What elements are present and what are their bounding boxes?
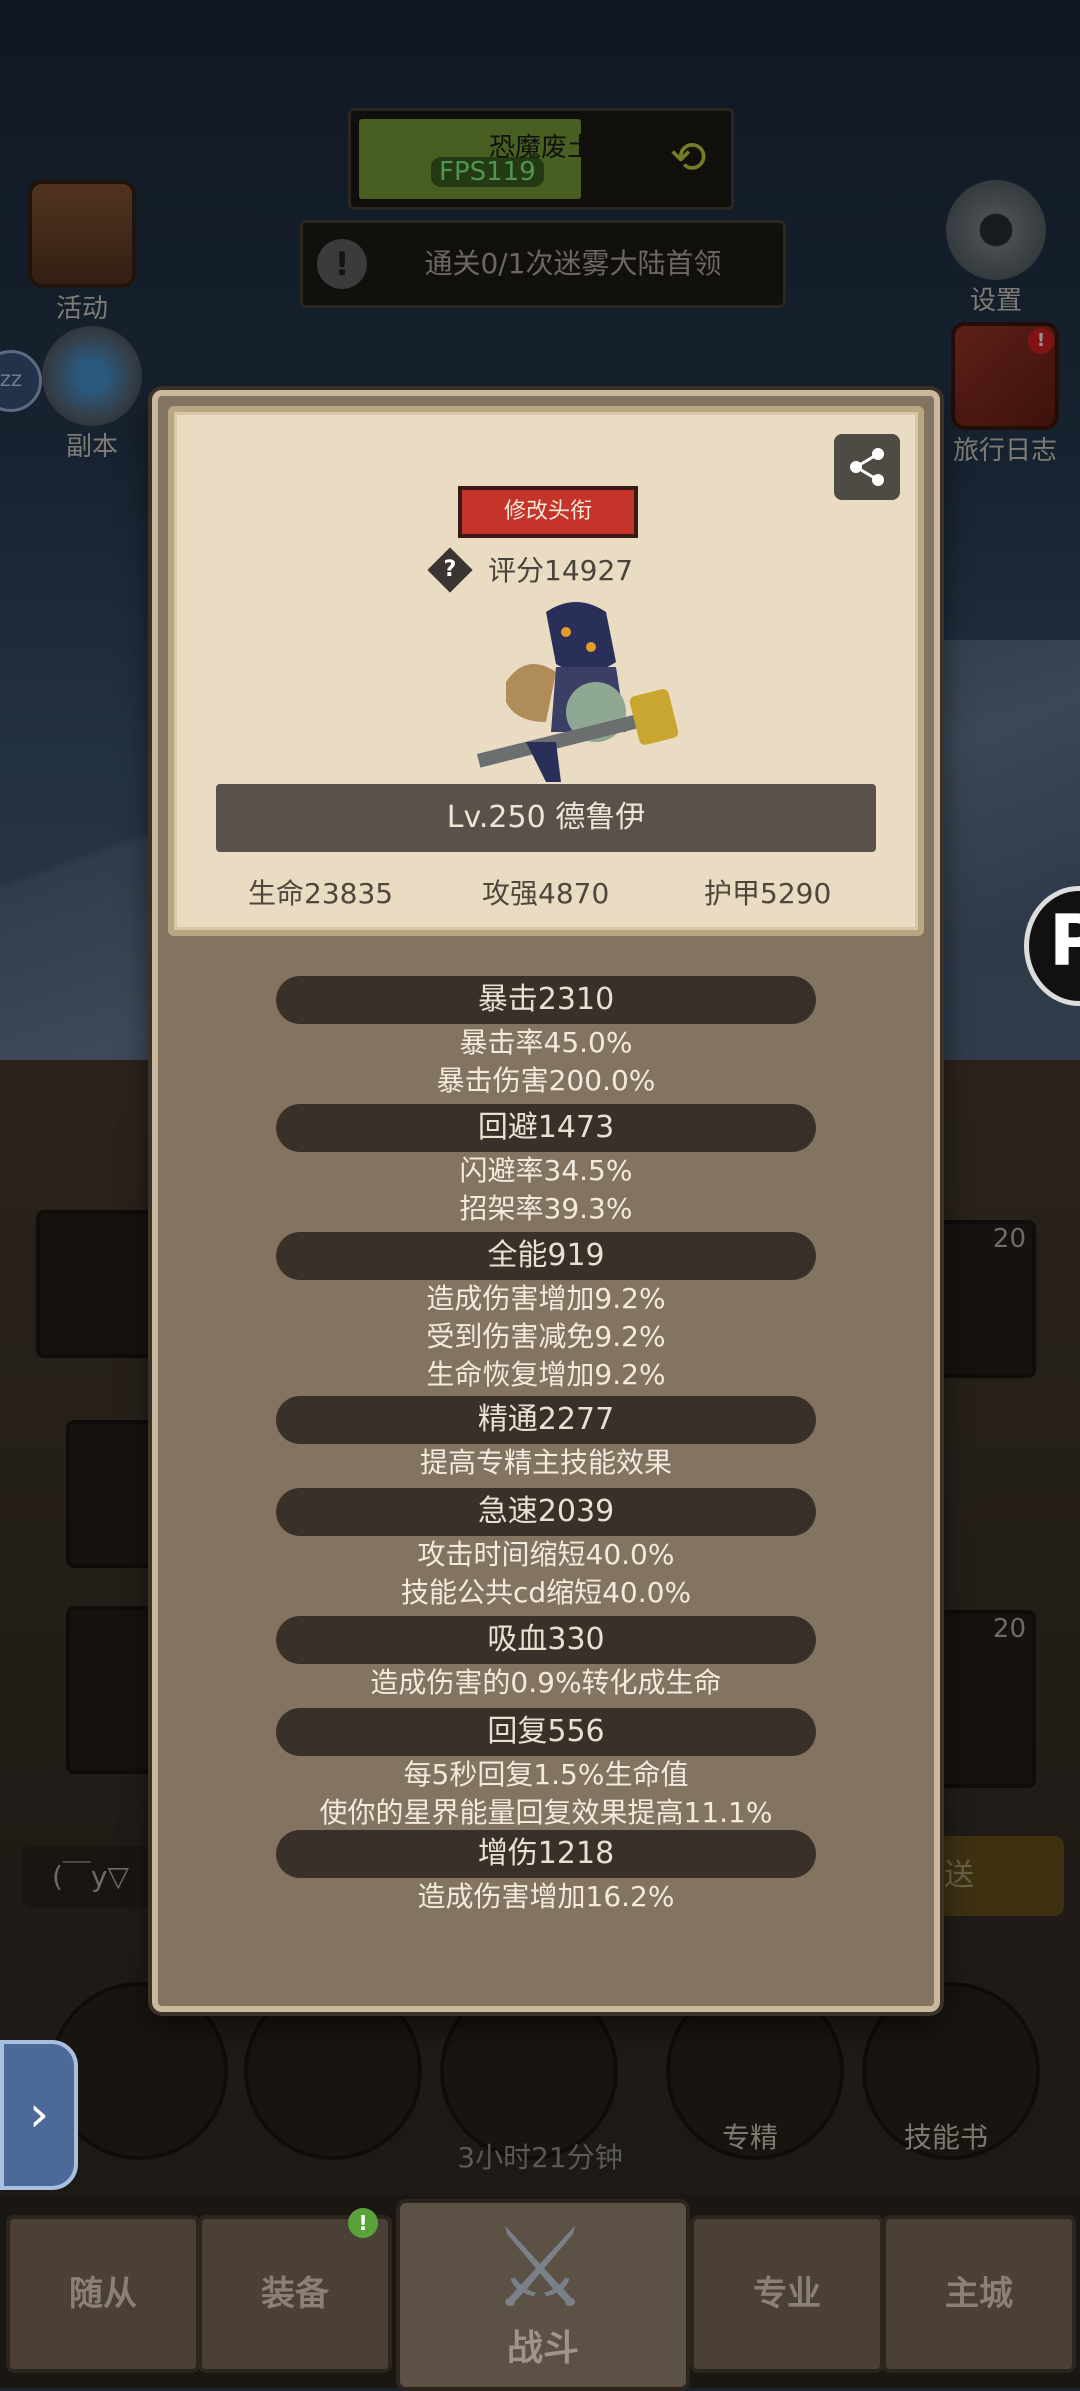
stat-line: 生命恢复增加9.2% — [426, 1358, 666, 1391]
stat-header: 暴击2310 — [276, 976, 816, 1024]
profile-card: 修改头衔 ? 评分14927 Lv.250 德鲁伊 生命23835 攻强4870… — [168, 406, 924, 936]
stat-line: 每5秒回复1.5%生命值 — [403, 1758, 689, 1791]
character-name: Lv.250 德鲁伊 — [216, 784, 876, 852]
stat-line: 暴击伤害200.0% — [436, 1064, 656, 1097]
stat-line: 技能公共cd缩短40.0% — [400, 1576, 692, 1609]
edit-title-button[interactable]: 修改头衔 — [458, 486, 638, 538]
stat-line: 受到伤害减免9.2% — [426, 1320, 666, 1353]
stat-line: 提高专精主技能效果 — [419, 1446, 672, 1479]
tab-battle[interactable]: ⚔ 战斗 — [396, 2199, 690, 2391]
bottom-nav: 随从 装备 ⚔ 战斗 专业 主城 — [0, 2195, 1080, 2391]
stat-armor: 护甲5290 — [704, 877, 832, 910]
share-icon — [850, 448, 884, 486]
stat-group-crit: 暴击2310 暴击率45.0% 暴击伤害200.0% — [158, 976, 934, 1100]
stat-line: 使你的星界能量回复效果提高11.1% — [319, 1796, 773, 1829]
stat-header: 吸血330 — [276, 1616, 816, 1664]
stat-group-versatility: 全能919 造成伤害增加9.2% 受到伤害减免9.2% 生命恢复增加9.2% — [158, 1232, 934, 1394]
stat-line: 造成伤害增加9.2% — [426, 1282, 666, 1315]
stat-line: 造成伤害的0.9%转化成生命 — [370, 1666, 722, 1699]
tab-main-city[interactable]: 主城 — [882, 2215, 1076, 2373]
stat-header: 回避1473 — [276, 1104, 816, 1152]
help-icon[interactable]: ? — [427, 547, 473, 593]
score-text: 评分14927 — [488, 554, 634, 587]
stat-attack: 攻强4870 — [482, 877, 610, 910]
share-button[interactable] — [834, 434, 900, 500]
stat-group-haste: 急速2039 攻击时间缩短40.0% 技能公共cd缩短40.0% — [158, 1488, 934, 1612]
stat-header: 精通2277 — [276, 1396, 816, 1444]
tab-profession[interactable]: 专业 — [690, 2215, 884, 2373]
crossed-swords-icon: ⚔ — [490, 2204, 590, 2332]
stat-hp: 生命23835 — [248, 877, 394, 910]
stat-group-damage-bonus: 增伤1218 造成伤害增加16.2% — [158, 1830, 934, 1916]
character-avatar — [476, 602, 679, 782]
stat-group-lifesteal: 吸血330 造成伤害的0.9%转化成生命 — [158, 1616, 934, 1702]
tab-equipment[interactable]: 装备 — [198, 2215, 392, 2373]
character-stats-modal: 修改头衔 ? 评分14927 Lv.250 德鲁伊 生命23835 攻强4870… — [152, 390, 940, 2012]
stat-line: 招架率39.3% — [459, 1192, 633, 1225]
stat-line: 暴击率45.0% — [459, 1026, 633, 1059]
equipment-notification-icon: ! — [348, 2208, 378, 2238]
stat-header: 全能919 — [276, 1232, 816, 1280]
stat-header: 回复556 — [276, 1708, 816, 1756]
base-stats: 生命23835 攻强4870 护甲5290 — [174, 872, 918, 912]
tab-follower[interactable]: 随从 — [6, 2215, 200, 2373]
stat-header: 增伤1218 — [276, 1830, 816, 1878]
stat-line: 闪避率34.5% — [459, 1154, 633, 1187]
stat-group-mastery: 精通2277 提高专精主技能效果 — [158, 1396, 934, 1482]
stat-group-regen: 回复556 每5秒回复1.5%生命值 使你的星界能量回复效果提高11.1% — [158, 1708, 934, 1832]
stat-line: 攻击时间缩短40.0% — [417, 1538, 675, 1571]
stat-header: 急速2039 — [276, 1488, 816, 1536]
tab-battle-label: 战斗 — [506, 2328, 579, 2369]
stat-group-avoidance: 回避1473 闪避率34.5% 招架率39.3% — [158, 1104, 934, 1228]
expand-arrow-button[interactable]: › — [0, 2040, 78, 2190]
stat-line: 造成伤害增加16.2% — [417, 1880, 675, 1913]
